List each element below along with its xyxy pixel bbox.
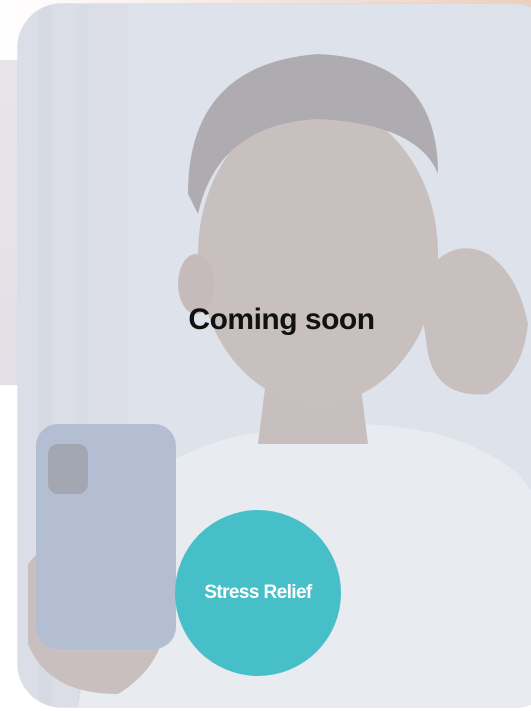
page: Coming soon Stress Relief (0, 0, 531, 711)
coming-soon-label: Coming soon (188, 303, 375, 336)
stress-relief-button[interactable]: Stress Relief (175, 510, 341, 676)
